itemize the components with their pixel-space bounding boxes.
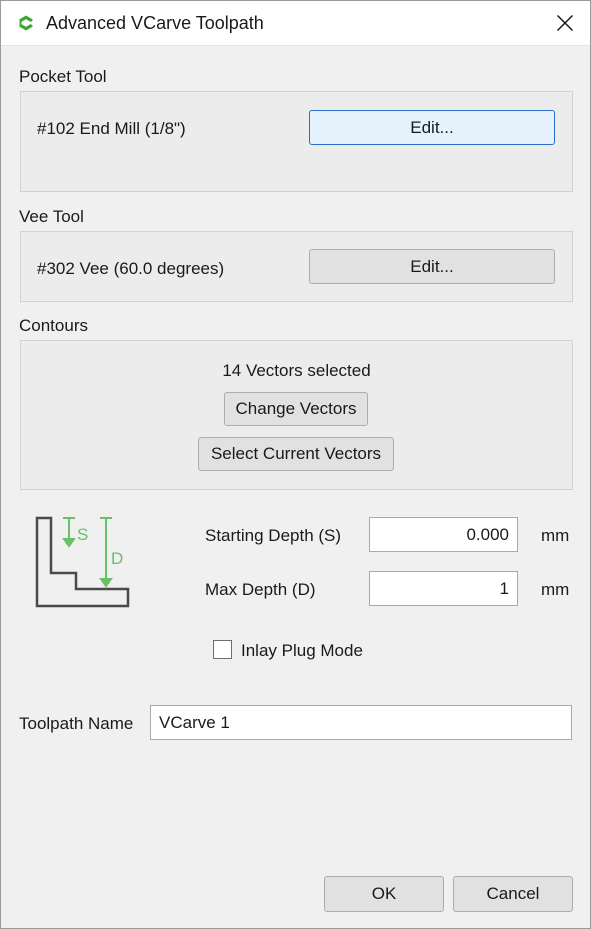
vee-tool-name: #302 Vee (60.0 degrees) <box>37 259 225 278</box>
vee-tool-edit-button[interactable]: Edit... <box>309 249 555 284</box>
toolpath-name-label: Toolpath Name <box>19 714 134 733</box>
cancel-button[interactable]: Cancel <box>453 876 573 912</box>
toolpath-name-input[interactable] <box>150 705 572 740</box>
app-logo-icon <box>19 15 33 31</box>
vee-tool-label: Vee Tool <box>19 207 84 226</box>
contours-group: 14 Vectors selected Change Vectors Selec… <box>20 340 573 490</box>
pocket-tool-label: Pocket Tool <box>19 67 107 86</box>
contours-label: Contours <box>19 316 88 335</box>
ok-button[interactable]: OK <box>324 876 444 912</box>
starting-depth-unit: mm <box>541 526 570 545</box>
diagram-s-label: S <box>77 525 88 544</box>
inlay-plug-mode-checkbox[interactable] <box>213 640 232 659</box>
max-depth-label: Max Depth (D) <box>205 580 316 599</box>
pocket-tool-group: #102 End Mill (1/8") Edit... <box>20 91 573 192</box>
starting-depth-input[interactable] <box>369 517 518 552</box>
advanced-vcarve-dialog: Advanced VCarve Toolpath Pocket Tool #10… <box>0 0 591 929</box>
close-icon <box>556 14 574 32</box>
pocket-tool-edit-button[interactable]: Edit... <box>309 110 555 145</box>
title-bar: Advanced VCarve Toolpath <box>1 1 590 46</box>
window-title: Advanced VCarve Toolpath <box>46 13 264 33</box>
pocket-tool-name: #102 End Mill (1/8") <box>37 119 186 138</box>
vectors-selected-status: 14 Vectors selected <box>222 361 371 380</box>
select-current-vectors-button[interactable]: Select Current Vectors <box>198 437 394 471</box>
max-depth-unit: mm <box>541 580 570 599</box>
starting-depth-label: Starting Depth (S) <box>205 526 342 545</box>
vee-tool-group: #302 Vee (60.0 degrees) Edit... <box>20 231 573 302</box>
close-button[interactable] <box>549 7 581 39</box>
inlay-plug-mode-label: Inlay Plug Mode <box>241 641 363 660</box>
diagram-d-label: D <box>111 549 123 568</box>
max-depth-input[interactable] <box>369 571 518 606</box>
change-vectors-button[interactable]: Change Vectors <box>224 392 368 426</box>
depth-diagram-icon: S D <box>35 516 130 608</box>
